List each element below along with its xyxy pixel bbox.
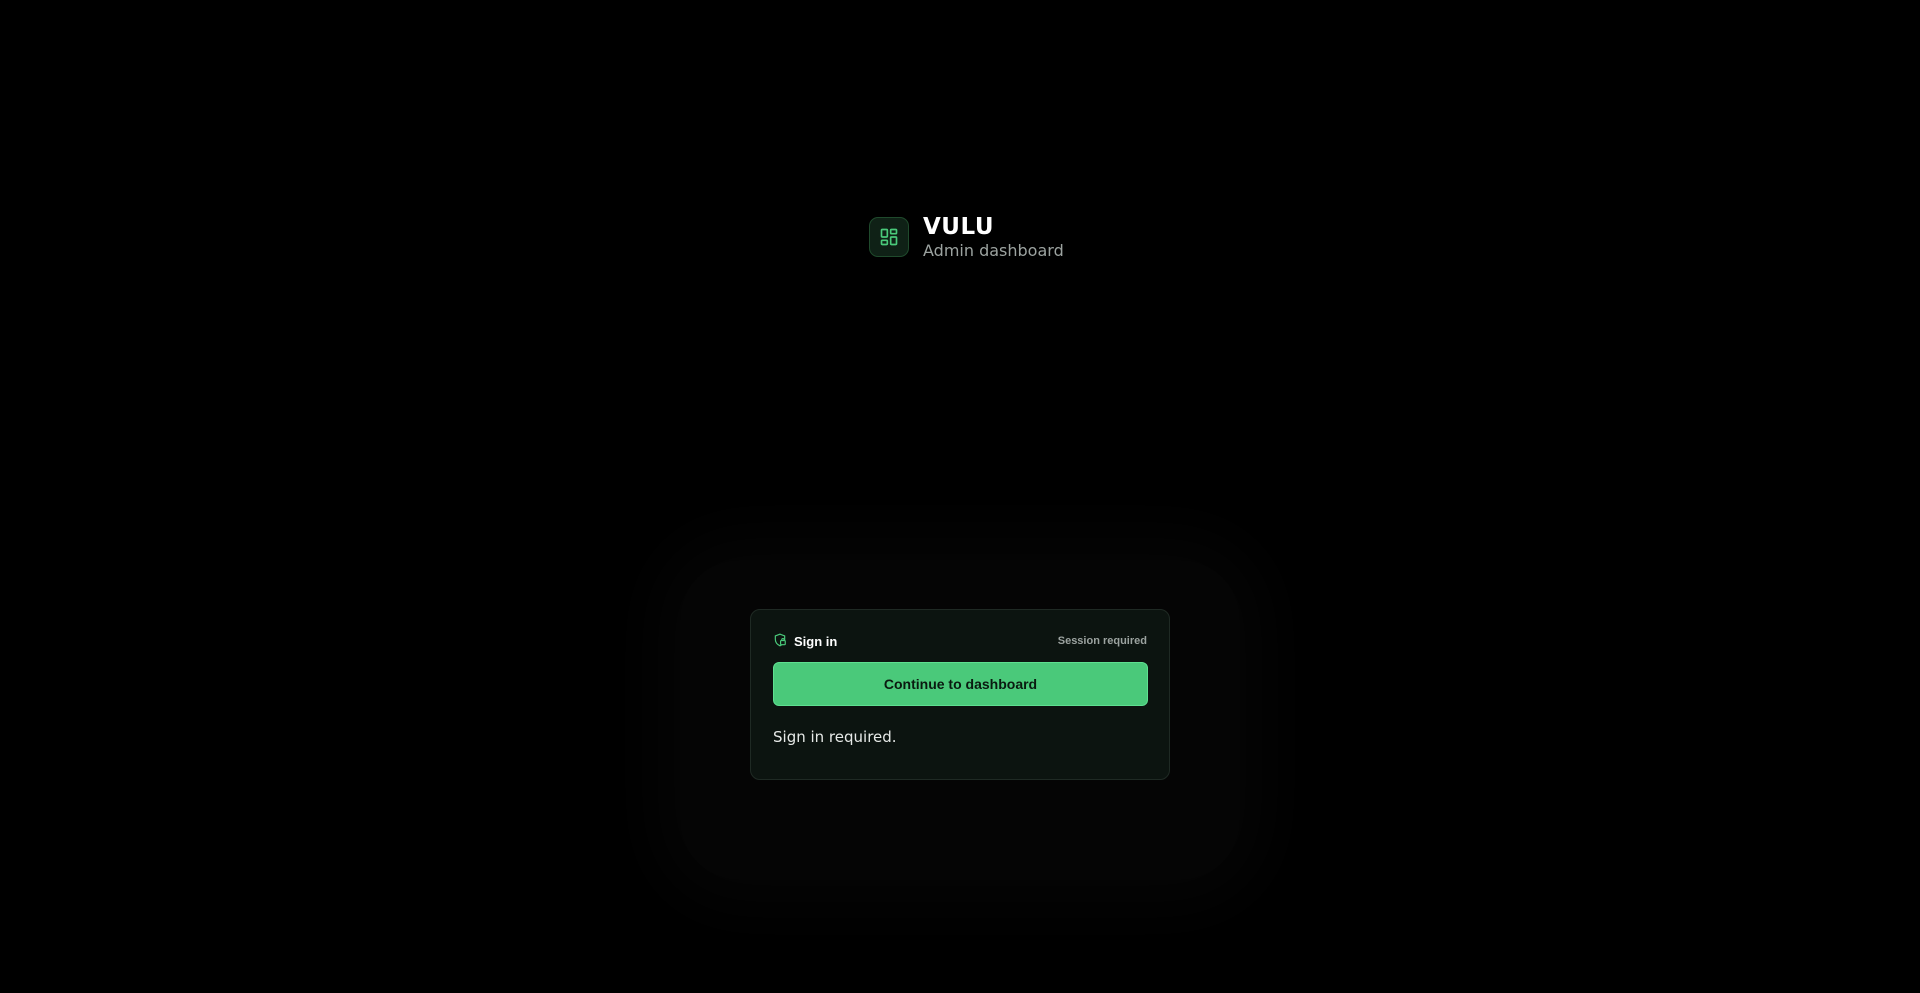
- signin-title-group: Sign in: [773, 632, 837, 651]
- session-status-badge: Session required: [1057, 635, 1147, 647]
- shield-lock-icon: [773, 632, 787, 651]
- brand-subtitle: Admin dashboard: [923, 241, 1064, 261]
- continue-to-dashboard-button[interactable]: Continue to dashboard: [773, 662, 1148, 706]
- login-page: VULU Admin dashboard Sign in Session req…: [0, 0, 1920, 993]
- brand-name: VULU: [923, 214, 994, 240]
- brand-text: VULU Admin dashboard: [923, 214, 1064, 261]
- signin-card-header: Sign in Session required: [773, 633, 1147, 649]
- dashboard-grid-icon: [869, 217, 909, 258]
- signin-title: Sign in: [794, 633, 838, 649]
- signin-card: Sign in Session required Continue to das…: [750, 609, 1170, 780]
- signin-status-message: Sign in required.: [773, 728, 897, 746]
- brand-header: VULU Admin dashboard: [869, 214, 1064, 261]
